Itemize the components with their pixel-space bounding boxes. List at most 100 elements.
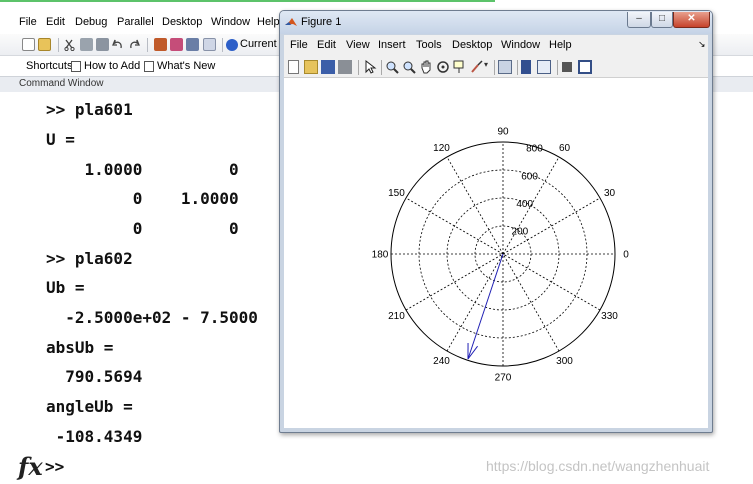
watermark: https://blog.csdn.net/wangzhenhuait <box>486 458 710 474</box>
show-plot-tools-icon[interactable] <box>578 60 592 74</box>
polar-angle-tick-label: 120 <box>433 143 450 154</box>
desktop: File Edit Debug Parallel Desktop Window … <box>0 0 753 484</box>
command-prompt[interactable]: >> <box>45 457 64 476</box>
minimize-icon[interactable]: – <box>627 12 651 28</box>
polar-angle-tick-label: 330 <box>601 311 618 322</box>
close-icon[interactable]: ✕ <box>673 12 710 28</box>
zoom-out-icon[interactable] <box>402 60 416 74</box>
polar-angle-tick-label: 150 <box>388 188 405 199</box>
menu-help[interactable]: Help <box>257 16 280 28</box>
function-browser-icon[interactable]: fx <box>18 452 43 481</box>
polar-plot[interactable]: 0 30 60 90 120 150 180 210 240 270 300 330 200 400 600… <box>284 78 708 428</box>
toolbar-separator <box>147 38 148 52</box>
command-line: U = <box>46 130 75 149</box>
command-line: 1.0000 0 <box>46 160 239 179</box>
menu-desktop[interactable]: Desktop <box>162 16 202 28</box>
menu-debug[interactable]: Debug <box>75 16 107 28</box>
polar-angle-tick-label: 180 <box>372 250 389 261</box>
how-to-add-link[interactable]: How to Add <box>84 60 140 72</box>
toolbar-separator <box>58 38 59 52</box>
open-folder-icon[interactable] <box>38 38 51 51</box>
polar-radial-tick-label: 600 <box>521 171 538 182</box>
whats-new-link[interactable]: What's New <box>157 60 215 72</box>
polar-angle-tick-label: 300 <box>556 356 573 367</box>
command-line: >> pla601 <box>46 100 133 119</box>
simulink-icon[interactable] <box>154 38 167 51</box>
help-icon[interactable] <box>226 39 238 51</box>
figure-title-bar[interactable]: Figure 1 – □ ✕ <box>280 11 712 34</box>
polar-angle-tick-label: 270 <box>495 373 512 384</box>
guide-icon[interactable] <box>170 38 183 51</box>
command-line: Ub = <box>46 278 85 297</box>
menu-window[interactable]: Window <box>211 16 250 28</box>
pan-hand-icon[interactable] <box>419 60 433 74</box>
polar-angle-tick-label: 90 <box>497 127 509 138</box>
toolbar-separator <box>222 38 223 52</box>
paste-icon[interactable] <box>96 38 109 51</box>
figure-menu-window[interactable]: Window <box>501 39 540 51</box>
figure-title: Figure 1 <box>301 16 342 28</box>
menu-file[interactable]: File <box>19 16 37 28</box>
figure-menu-desktop[interactable]: Desktop <box>452 39 492 51</box>
shortcut-doc-icon <box>71 61 81 72</box>
command-line: -2.5000e+02 - 7.5000 <box>46 308 258 327</box>
brush-dropdown-icon[interactable]: ▾ <box>484 60 490 74</box>
new-file-icon[interactable] <box>22 38 35 51</box>
compass-arrow-head-left <box>467 345 478 360</box>
maximize-icon[interactable]: □ <box>651 12 673 28</box>
toolbar-separator <box>358 60 359 75</box>
zoom-in-icon[interactable] <box>385 60 399 74</box>
print-figure-icon[interactable] <box>338 60 352 74</box>
menu-parallel[interactable]: Parallel <box>117 16 154 28</box>
save-figure-icon[interactable] <box>321 60 335 74</box>
link-plot-icon[interactable] <box>498 60 512 74</box>
polar-angle-tick-label: 60 <box>559 143 571 154</box>
polar-radial-tick-label: 400 <box>516 199 533 210</box>
compass-arrow-shaft <box>467 253 504 360</box>
open-file-icon[interactable] <box>304 60 318 74</box>
shortcuts-label[interactable]: Shortcuts <box>26 60 72 72</box>
figure-canvas[interactable]: 0 30 60 90 120 150 180 210 240 270 300 330 200 400 600… <box>284 78 708 428</box>
command-line: absUb = <box>46 338 114 357</box>
command-line: angleUb = <box>46 397 133 416</box>
polar-angle-tick-label: 210 <box>388 311 405 322</box>
figure-menu-insert[interactable]: Insert <box>378 39 406 51</box>
rotate-3d-icon[interactable] <box>436 60 450 74</box>
menu-edit[interactable]: Edit <box>46 16 65 28</box>
toolbar-separator <box>517 60 518 75</box>
figure-menu-edit[interactable]: Edit <box>317 39 336 51</box>
workspace-icon[interactable] <box>203 38 216 51</box>
toolbar-separator <box>557 60 558 75</box>
copy-icon[interactable] <box>80 38 93 51</box>
figure-menubar: File Edit View Insert Tools Desktop Wind… <box>284 35 708 56</box>
command-line: >> pla602 <box>46 249 133 268</box>
window-accent-line <box>0 0 495 2</box>
polar-angle-tick-label: 30 <box>604 188 616 199</box>
data-cursor-icon[interactable] <box>453 60 467 74</box>
undo-icon[interactable] <box>112 38 124 51</box>
brush-icon[interactable] <box>470 60 484 74</box>
polar-angle-tick-label: 240 <box>433 356 450 367</box>
colorbar-icon[interactable] <box>521 60 531 74</box>
figure-menu-help[interactable]: Help <box>549 39 572 51</box>
legend-icon[interactable] <box>537 60 551 74</box>
shortcut-doc-icon <box>144 61 154 72</box>
cut-icon[interactable] <box>64 38 75 52</box>
profiler-icon[interactable] <box>186 38 199 51</box>
edit-plot-arrow-icon[interactable] <box>363 59 377 74</box>
figure-toolbar: ▾ <box>284 56 708 78</box>
menu-dock-arrow-icon[interactable]: ↘ <box>698 39 706 50</box>
figure-menu-tools[interactable]: Tools <box>416 39 442 51</box>
figure-menu-file[interactable]: File <box>290 39 308 51</box>
polar-radial-tick-label: 800 <box>526 144 543 155</box>
command-line: 790.5694 <box>46 367 143 386</box>
toolbar-separator <box>494 60 495 75</box>
hide-plot-tools-icon[interactable] <box>562 62 572 72</box>
new-figure-icon[interactable] <box>288 60 299 74</box>
command-line: 0 0 <box>46 219 239 238</box>
figure-window: Figure 1 – □ ✕ File Edit View Insert Too… <box>279 10 713 433</box>
figure-menu-view[interactable]: View <box>346 39 370 51</box>
polar-angle-tick-label: 0 <box>623 250 629 261</box>
polar-radial-tick-label: 200 <box>512 226 529 237</box>
redo-icon[interactable] <box>128 38 140 51</box>
